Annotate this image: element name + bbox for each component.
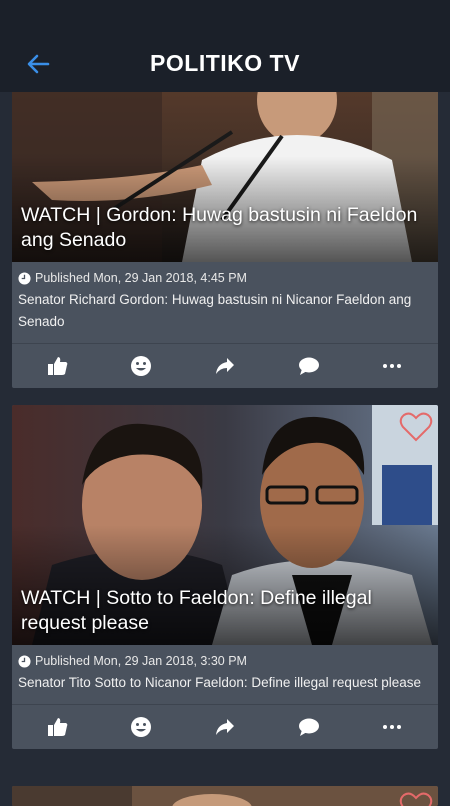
more-icon — [383, 364, 402, 368]
like-icon — [47, 357, 68, 375]
news-summary: Senator Tito Sotto to Nicanor Faeldon: D… — [18, 675, 421, 690]
more-icon — [383, 725, 402, 729]
comment-icon — [298, 357, 319, 375]
like-button[interactable] — [38, 351, 78, 381]
like-icon — [47, 718, 68, 736]
share-icon — [215, 358, 234, 374]
more-button[interactable] — [372, 712, 412, 742]
page-title: POLITIKO TV — [150, 50, 300, 76]
news-card[interactable]: WATCH | Gordon: Huwag bastusin ni Faeldo… — [12, 70, 438, 388]
share-button[interactable] — [205, 351, 245, 381]
next-article-image — [12, 786, 438, 806]
news-headline: WATCH | Sotto to Faeldon: Define illegal… — [21, 587, 372, 634]
action-bar — [12, 344, 438, 388]
smiley-icon — [131, 356, 152, 376]
share-button[interactable] — [205, 712, 245, 742]
share-icon — [215, 719, 234, 735]
news-card[interactable] — [12, 786, 438, 806]
comment-button[interactable] — [289, 712, 329, 742]
comment-button[interactable] — [289, 351, 329, 381]
comment-icon — [298, 718, 319, 736]
clock-icon — [18, 271, 31, 285]
news-headline: WATCH | Gordon: Huwag bastusin ni Faeldo… — [21, 204, 418, 251]
react-button[interactable] — [121, 712, 161, 742]
news-thumbnail[interactable]: WATCH | Gordon: Huwag bastusin ni Faeldo… — [12, 70, 438, 262]
published-date: Published Mon, 29 Jan 2018, 3:30 PM — [35, 654, 247, 668]
news-summary: Senator Richard Gordon: Huwag bastusin n… — [18, 292, 412, 329]
published-date: Published Mon, 29 Jan 2018, 4:45 PM — [35, 271, 247, 285]
like-button[interactable] — [38, 712, 78, 742]
more-button[interactable] — [372, 351, 412, 381]
app-header: POLITIKO TV — [0, 0, 450, 92]
news-thumbnail[interactable]: WATCH | Sotto to Faeldon: Define illegal… — [12, 405, 438, 645]
clock-icon — [18, 654, 31, 668]
news-card[interactable]: WATCH | Sotto to Faeldon: Define illegal… — [12, 405, 438, 749]
news-thumbnail[interactable] — [12, 786, 438, 806]
action-bar — [12, 705, 438, 749]
favorite-heart-icon[interactable] — [399, 412, 433, 442]
smiley-icon — [131, 717, 152, 737]
favorite-heart-icon[interactable] — [399, 792, 433, 806]
react-button[interactable] — [121, 351, 161, 381]
